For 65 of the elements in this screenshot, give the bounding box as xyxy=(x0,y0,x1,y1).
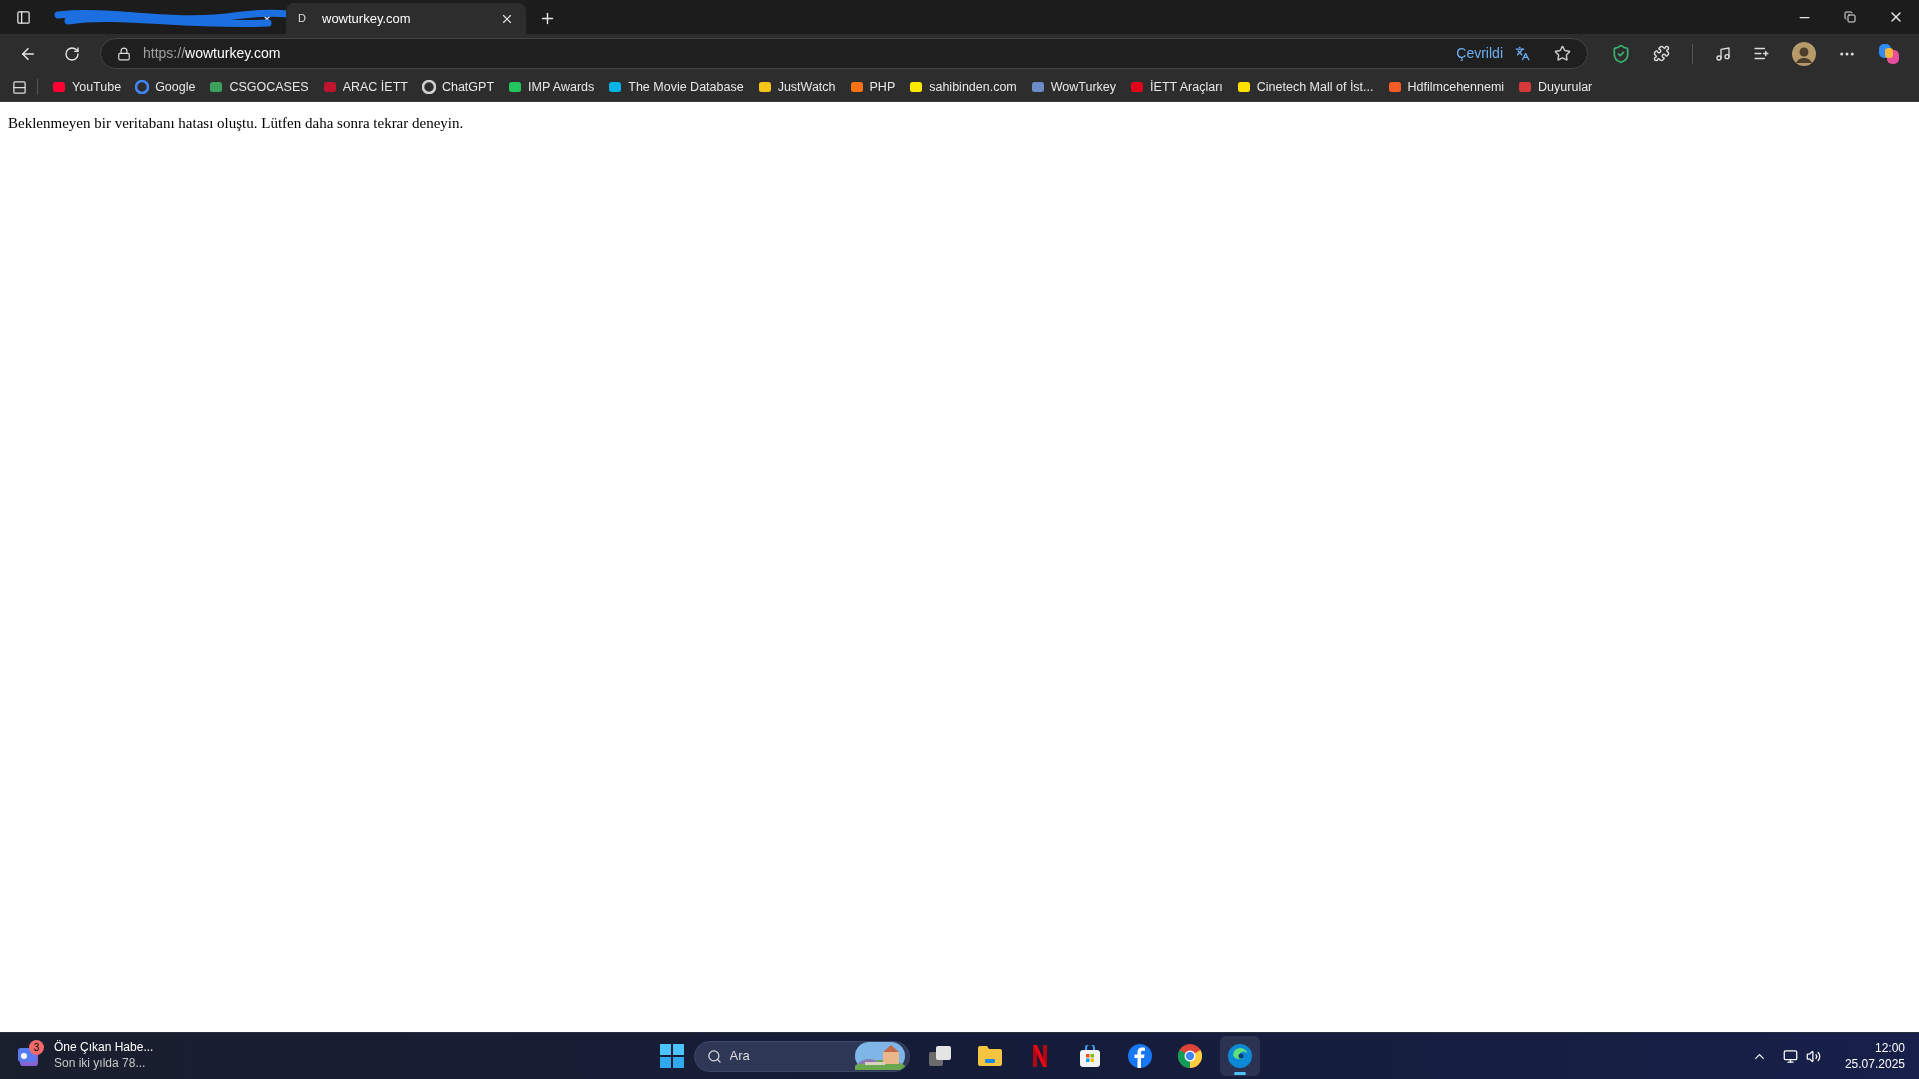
favicon-icon xyxy=(909,80,924,94)
volume-icon[interactable] xyxy=(1805,1048,1821,1064)
lock-icon xyxy=(117,46,131,61)
bookmark-link[interactable]: İETT Araçları xyxy=(1150,77,1223,97)
windows-icon xyxy=(928,1046,951,1066)
bookmark-link[interactable]: WowTurkey xyxy=(1050,77,1117,97)
favicon-icon xyxy=(421,80,436,94)
favicon-icon xyxy=(608,80,623,94)
avatar-icon[interactable] xyxy=(1792,41,1816,66)
copilot-icon[interactable] xyxy=(1878,42,1900,65)
favicon-icon xyxy=(1518,80,1533,94)
favicon-icon xyxy=(1387,80,1402,94)
folder-icon xyxy=(977,1046,1002,1066)
favicon-icon xyxy=(1236,80,1251,94)
search-field[interactable]: Ara xyxy=(693,1040,910,1072)
favicon-icon xyxy=(135,80,150,94)
bookmark-link[interactable]: ChatGPT xyxy=(441,77,495,97)
bookmark-link[interactable]: CSGOCASES xyxy=(229,77,309,97)
clock-date: 25.07.2025 xyxy=(1844,1056,1905,1072)
bookmark-link[interactable]: PHP xyxy=(869,77,896,97)
facebook-icon xyxy=(1127,1044,1152,1068)
bookmark-link[interactable]: YouTube xyxy=(72,77,122,97)
bookmark-link[interactable]: JustWatch xyxy=(777,77,836,97)
store-icon xyxy=(1078,1045,1101,1067)
tab-title: wowturkey.com xyxy=(322,9,412,28)
favicon-icon xyxy=(52,80,66,94)
bookmark-link[interactable]: The Movie Database xyxy=(628,77,744,97)
notification-badge: 3 xyxy=(29,1040,44,1055)
bookmark-link[interactable]: Google xyxy=(155,77,196,97)
edge-icon xyxy=(1227,1044,1252,1068)
bookmark-link[interactable]: IMP Awards xyxy=(528,77,595,97)
favorites-icon[interactable] xyxy=(1753,45,1770,62)
translated-label[interactable]: Çevrildi xyxy=(1456,43,1503,64)
favicon-icon xyxy=(322,80,337,94)
url-text: https://wowturkey.com xyxy=(143,44,282,63)
widget-title: Öne Çıkan Habe... xyxy=(54,1039,154,1055)
taskbar-app[interactable] xyxy=(1219,1036,1260,1076)
bookmark-link[interactable]: ARAC İETT xyxy=(342,77,408,97)
bookmark-link[interactable]: Duyurular xyxy=(1538,77,1593,97)
bookmark-link[interactable]: sahibinden.com xyxy=(929,77,1017,97)
chrome-icon xyxy=(1177,1044,1202,1068)
browser-tab[interactable]: D wowturkey.com xyxy=(286,3,526,34)
tab-favicon: D xyxy=(298,11,307,27)
clock-time: 12:00 xyxy=(1874,1040,1905,1056)
translate-icon[interactable] xyxy=(1515,46,1530,61)
favicon-icon xyxy=(209,80,224,94)
widget-subtitle: Son iki yılda 78... xyxy=(54,1055,147,1071)
music-icon[interactable] xyxy=(1715,45,1731,62)
favicon-icon xyxy=(1030,80,1045,94)
error-message: Beklenmeyen bir veritabanı hatası oluştu. Lütfen daha sonra tekrar deneyin. xyxy=(8,114,465,133)
bookmark-link[interactable]: Cinetech Mall of İst... xyxy=(1256,77,1374,97)
collections-icon[interactable] xyxy=(12,79,27,95)
search-input[interactable]: Ara xyxy=(729,1046,830,1066)
address-bar[interactable]: https://wowturkey.com Çevrildi xyxy=(100,38,1588,69)
netflix-icon xyxy=(1032,1045,1047,1067)
favicon-icon xyxy=(849,80,864,94)
star-icon[interactable] xyxy=(1554,45,1571,62)
extensions-icon[interactable] xyxy=(1653,45,1670,62)
favicon-icon xyxy=(1130,80,1145,94)
start-icon[interactable] xyxy=(659,1044,684,1068)
bookmark-link[interactable]: Hdfilmcehennemi xyxy=(1407,77,1505,97)
favicon-icon xyxy=(757,80,772,94)
search-icon xyxy=(706,1048,722,1064)
shield-icon[interactable] xyxy=(1611,43,1631,64)
favicon-icon xyxy=(508,80,523,94)
